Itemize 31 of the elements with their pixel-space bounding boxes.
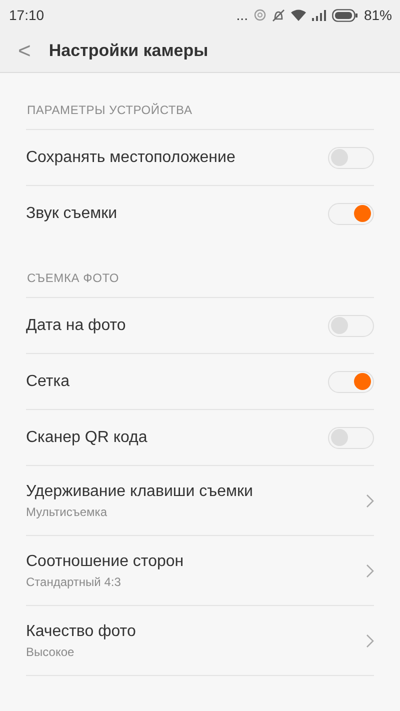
clock: 17:10	[9, 7, 44, 23]
toggle-switch[interactable]	[328, 370, 374, 392]
overflow-dots: ...	[236, 7, 248, 23]
toggle-switch[interactable]	[328, 202, 374, 224]
wifi-icon	[290, 9, 306, 21]
screen-title: Настройки камеры	[48, 41, 208, 61]
back-button[interactable]: <	[18, 40, 31, 62]
location-icon	[254, 9, 266, 21]
setting-label: Удерживание клавиши съемки	[26, 482, 253, 500]
signal-icon	[312, 10, 326, 20]
battery-icon	[332, 8, 358, 22]
alarm-off-icon	[272, 8, 285, 22]
toggle-switch[interactable]	[328, 426, 374, 448]
section-title: СЪЕМКА ФОТО	[26, 270, 120, 287]
setting-value: Мультисъемка	[26, 504, 108, 518]
setting-label: Звук съемки	[26, 204, 118, 222]
battery-percent: 81%	[364, 7, 392, 23]
setting-label: Дата на фото	[26, 316, 126, 334]
setting-label: Качество фото	[26, 622, 136, 640]
chevron-right-icon	[366, 634, 374, 648]
toggle-switch[interactable]	[328, 314, 374, 336]
setting-value: Стандартный 4:3	[26, 574, 122, 588]
setting-label: Сканер QR кода	[26, 428, 148, 446]
setting-value: Высокое	[26, 644, 76, 658]
setting-label: Сетка	[26, 372, 70, 390]
setting-label: Соотношение сторон	[26, 552, 184, 570]
toggle-switch[interactable]	[328, 146, 374, 168]
chevron-right-icon	[366, 564, 374, 578]
setting-label: Сохранять местоположение	[26, 148, 236, 166]
chevron-right-icon	[366, 494, 374, 508]
section-title: ПАРАМЕТРЫ УСТРОЙСТВА	[26, 102, 194, 119]
